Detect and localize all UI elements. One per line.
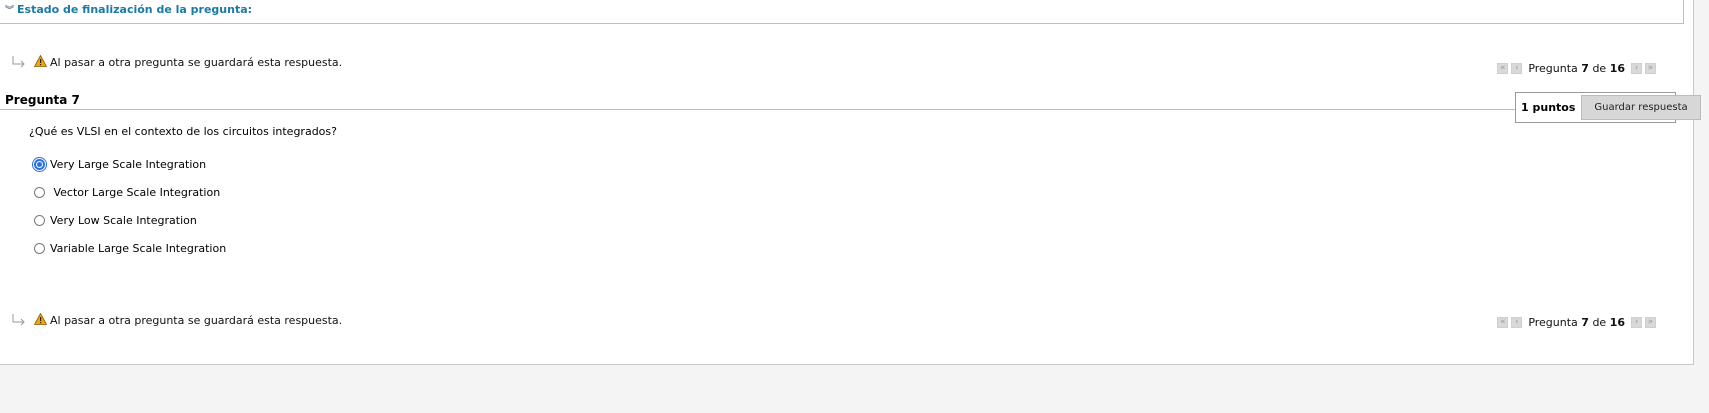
previous-question-button[interactable]: ‹ [1511,63,1523,74]
points-box: 1 puntos Guardar respuesta [1515,92,1701,123]
completion-status-label: Estado de finalización de la pregunta: [17,3,253,16]
question-text: ¿Qué es VLSI en el contexto de los circu… [29,125,337,138]
answer-option-1-label: Very Large Scale Integration [50,157,207,171]
save-warning-bottom: Al pasar a otra pregunta se guardará est… [12,312,343,328]
radio-option-4[interactable] [34,242,45,254]
answer-option-2[interactable]: Vector Large Scale Integration [34,178,226,206]
question-header: Pregunta 7 [0,92,1516,110]
question-position: Pregunta 7 de 16 [1528,62,1625,75]
previous-question-button[interactable]: ‹ [1511,317,1523,328]
first-question-button[interactable]: « [1497,63,1509,74]
save-warning-text: Al pasar a otra pregunta se guardará est… [50,56,343,69]
answer-option-2-label: Vector Large Scale Integration [50,185,221,199]
question-nav-top: « ‹ Pregunta 7 de 16 › » [1497,62,1656,75]
save-answer-button[interactable]: Guardar respuesta [1581,95,1701,120]
next-question-button[interactable]: › [1631,317,1642,328]
assessment-panel: ︾ Estado de finalización de la pregunta:… [0,0,1701,365]
warning-icon [33,312,48,328]
completion-status-box: ︾ Estado de finalización de la pregunta: [0,0,1684,24]
answer-option-4[interactable]: Variable Large Scale Integration [34,234,226,262]
answer-option-3[interactable]: Very Low Scale Integration [34,206,226,234]
last-question-button[interactable]: » [1645,317,1656,328]
answer-option-3-label: Very Low Scale Integration [50,213,197,227]
save-warning-top: Al pasar a otra pregunta se guardará est… [12,54,343,70]
points-value: 1 puntos [1521,101,1576,114]
last-question-button[interactable]: » [1645,63,1656,74]
save-warning-text: Al pasar a otra pregunta se guardará est… [50,314,343,327]
completion-status-toggle[interactable]: ︾ Estado de finalización de la pregunta: [5,3,252,16]
answer-option-4-label: Variable Large Scale Integration [50,241,227,255]
question-title: Pregunta 7 [5,93,80,107]
answer-options: Very Large Scale Integration Vector Larg… [32,150,226,262]
first-question-button[interactable]: « [1497,317,1509,328]
warning-icon [33,54,48,70]
question-position: Pregunta 7 de 16 [1528,316,1625,329]
radio-option-2[interactable] [34,186,45,198]
radio-option-3[interactable] [34,214,45,226]
indent-arrow-icon [12,313,26,328]
radio-option-1[interactable] [32,156,47,172]
answer-option-1[interactable]: Very Large Scale Integration [32,150,226,178]
indent-arrow-icon [12,55,26,70]
double-chevron-down-icon: ︾ [5,6,15,16]
question-nav-bottom: « ‹ Pregunta 7 de 16 › » [1497,316,1656,329]
next-question-button[interactable]: › [1631,63,1642,74]
